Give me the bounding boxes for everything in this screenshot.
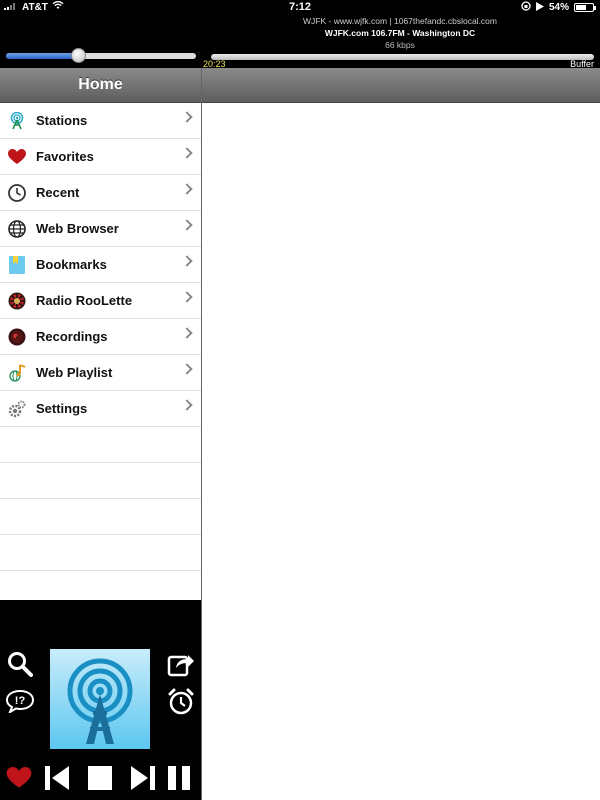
chevron-right-icon xyxy=(181,399,193,411)
globe-icon xyxy=(8,219,26,238)
pause-button[interactable] xyxy=(166,765,194,795)
chevron-right-icon xyxy=(181,363,193,375)
menu-item-label: Radio RooLette xyxy=(36,293,133,308)
heart-icon xyxy=(6,766,32,794)
status-bar: AT&T 7:12 54% xyxy=(0,0,600,14)
play-status-icon xyxy=(535,1,544,14)
menu-item-settings[interactable]: Settings xyxy=(0,391,201,427)
stations-icon xyxy=(8,111,26,130)
help-bubble-icon: !? xyxy=(5,689,35,718)
broadcast-tower-icon xyxy=(50,658,150,753)
menu-item-web-browser[interactable]: Web Browser xyxy=(0,211,201,247)
menu-item-recordings[interactable]: Recordings xyxy=(0,319,201,355)
empty-row xyxy=(0,499,201,535)
clock-icon xyxy=(8,183,26,202)
share-button[interactable] xyxy=(166,652,196,680)
search-icon xyxy=(7,651,33,682)
previous-icon xyxy=(45,765,71,795)
chevron-right-icon xyxy=(181,255,193,267)
alarm-clock-icon xyxy=(167,688,195,721)
empty-row xyxy=(0,463,201,499)
next-icon xyxy=(129,765,155,795)
menu-item-bookmarks[interactable]: Bookmarks xyxy=(0,247,201,283)
bitrate-label: 66 kbps xyxy=(385,40,415,50)
menu-item-label: Recordings xyxy=(36,329,108,344)
previous-button[interactable] xyxy=(44,765,72,795)
record-icon xyxy=(8,328,26,346)
chevron-right-icon xyxy=(181,291,193,303)
volume-fill xyxy=(6,53,79,59)
chevron-right-icon xyxy=(181,147,193,159)
share-icon xyxy=(167,651,195,682)
chevron-right-icon xyxy=(181,327,193,339)
now-playing-info: WJFK - www.wjfk.com | 1067thefandc.cbslo… xyxy=(200,15,600,51)
detail-nav-bar xyxy=(202,68,600,103)
stop-icon xyxy=(88,765,112,795)
volume-slider[interactable] xyxy=(6,48,196,63)
nav-title: Home xyxy=(78,76,123,93)
volume-thumb[interactable] xyxy=(71,48,87,63)
stop-button[interactable] xyxy=(86,765,114,795)
roulette-icon xyxy=(8,292,26,310)
menu-item-stations[interactable]: Stations xyxy=(0,103,201,139)
search-button[interactable] xyxy=(6,651,34,682)
chevron-right-icon xyxy=(181,111,193,123)
empty-row xyxy=(0,535,201,571)
menu-item-recent[interactable]: Recent xyxy=(0,175,201,211)
svg-text:!?: !? xyxy=(15,695,26,707)
menu-item-label: Settings xyxy=(36,401,88,416)
bookmark-icon xyxy=(8,255,26,274)
menu-item-label: Recent xyxy=(36,185,80,200)
chevron-right-icon xyxy=(181,219,193,231)
station-name: WJFK.com 106.7FM - Washington DC xyxy=(324,28,476,38)
next-button[interactable] xyxy=(128,765,156,795)
chevron-right-icon xyxy=(181,183,193,195)
help-button[interactable]: !? xyxy=(5,689,35,718)
menu-item-label: Bookmarks xyxy=(36,257,107,272)
menu-item-favorites[interactable]: Favorites xyxy=(0,139,201,175)
playlist-icon xyxy=(8,363,26,382)
menu-item-label: Web Playlist xyxy=(36,365,113,380)
alarm-button[interactable] xyxy=(166,688,196,721)
heart-icon xyxy=(8,148,26,166)
gear-icon xyxy=(8,400,26,418)
buffer-progress-bar xyxy=(211,54,594,60)
menu-item-radio-roolette[interactable]: Radio RooLette xyxy=(0,283,201,319)
home-menu: Stations Favorites Recent Web Browser Bo… xyxy=(0,103,201,607)
detail-pane xyxy=(202,103,600,800)
nav-bar: Home xyxy=(0,68,201,103)
menu-item-label: Stations xyxy=(36,113,88,128)
battery-percent: 54% xyxy=(548,2,569,13)
menu-item-label: Favorites xyxy=(36,149,94,164)
battery-icon xyxy=(574,3,596,12)
status-time: 7:12 xyxy=(288,1,312,13)
menu-item-web-playlist[interactable]: Web Playlist xyxy=(0,355,201,391)
rotation-lock-icon xyxy=(521,1,531,14)
player-controls: !? xyxy=(0,600,201,800)
menu-item-label: Web Browser xyxy=(36,221,119,236)
pause-icon xyxy=(168,765,192,795)
empty-row xyxy=(0,427,201,463)
station-artwork xyxy=(50,649,150,749)
favorite-button[interactable] xyxy=(4,766,34,794)
stream-title: WJFK - www.wjfk.com | 1067thefandc.cbslo… xyxy=(303,16,497,26)
